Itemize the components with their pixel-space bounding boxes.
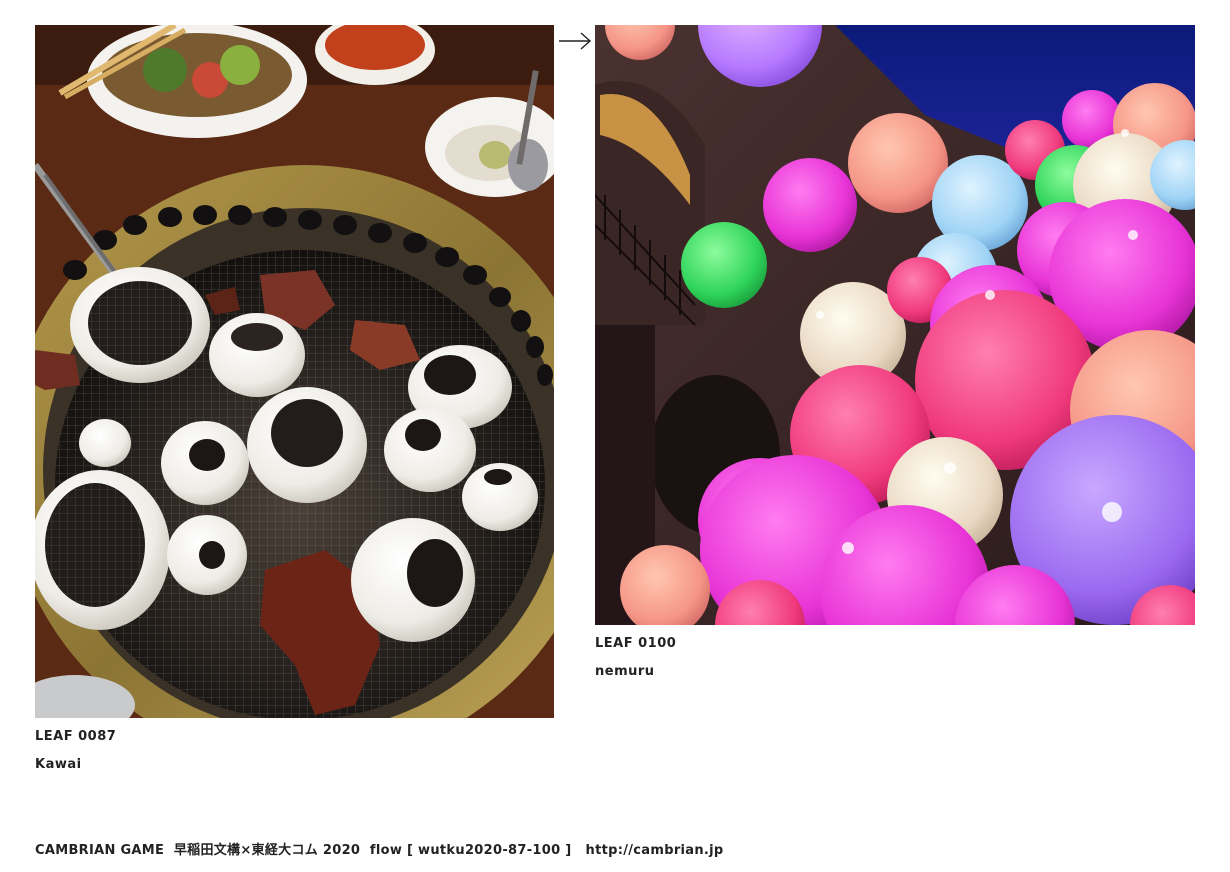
leaf-0087-photo[interactable] <box>35 25 554 718</box>
leaf-0087-code: LEAF 0087 <box>35 729 117 744</box>
leaf-0087-author: Kawai <box>35 757 82 772</box>
balloons-photo-image <box>595 25 1195 625</box>
footer-title: CAMBRIAN GAME 早稲田文構×東経大コム 2020 flow [ wu… <box>35 843 572 858</box>
leaf-0100-photo[interactable] <box>595 25 1195 625</box>
leaf-0100-author: nemuru <box>595 664 655 679</box>
leaf-0100-code: LEAF 0100 <box>595 636 677 651</box>
footer: CAMBRIAN GAME 早稲田文構×東経大コム 2020 flow [ wu… <box>35 839 724 858</box>
right-arrow-icon[interactable] <box>558 29 592 53</box>
grill-photo-image <box>35 25 554 718</box>
footer-link[interactable]: http://cambrian.jp <box>586 843 724 858</box>
